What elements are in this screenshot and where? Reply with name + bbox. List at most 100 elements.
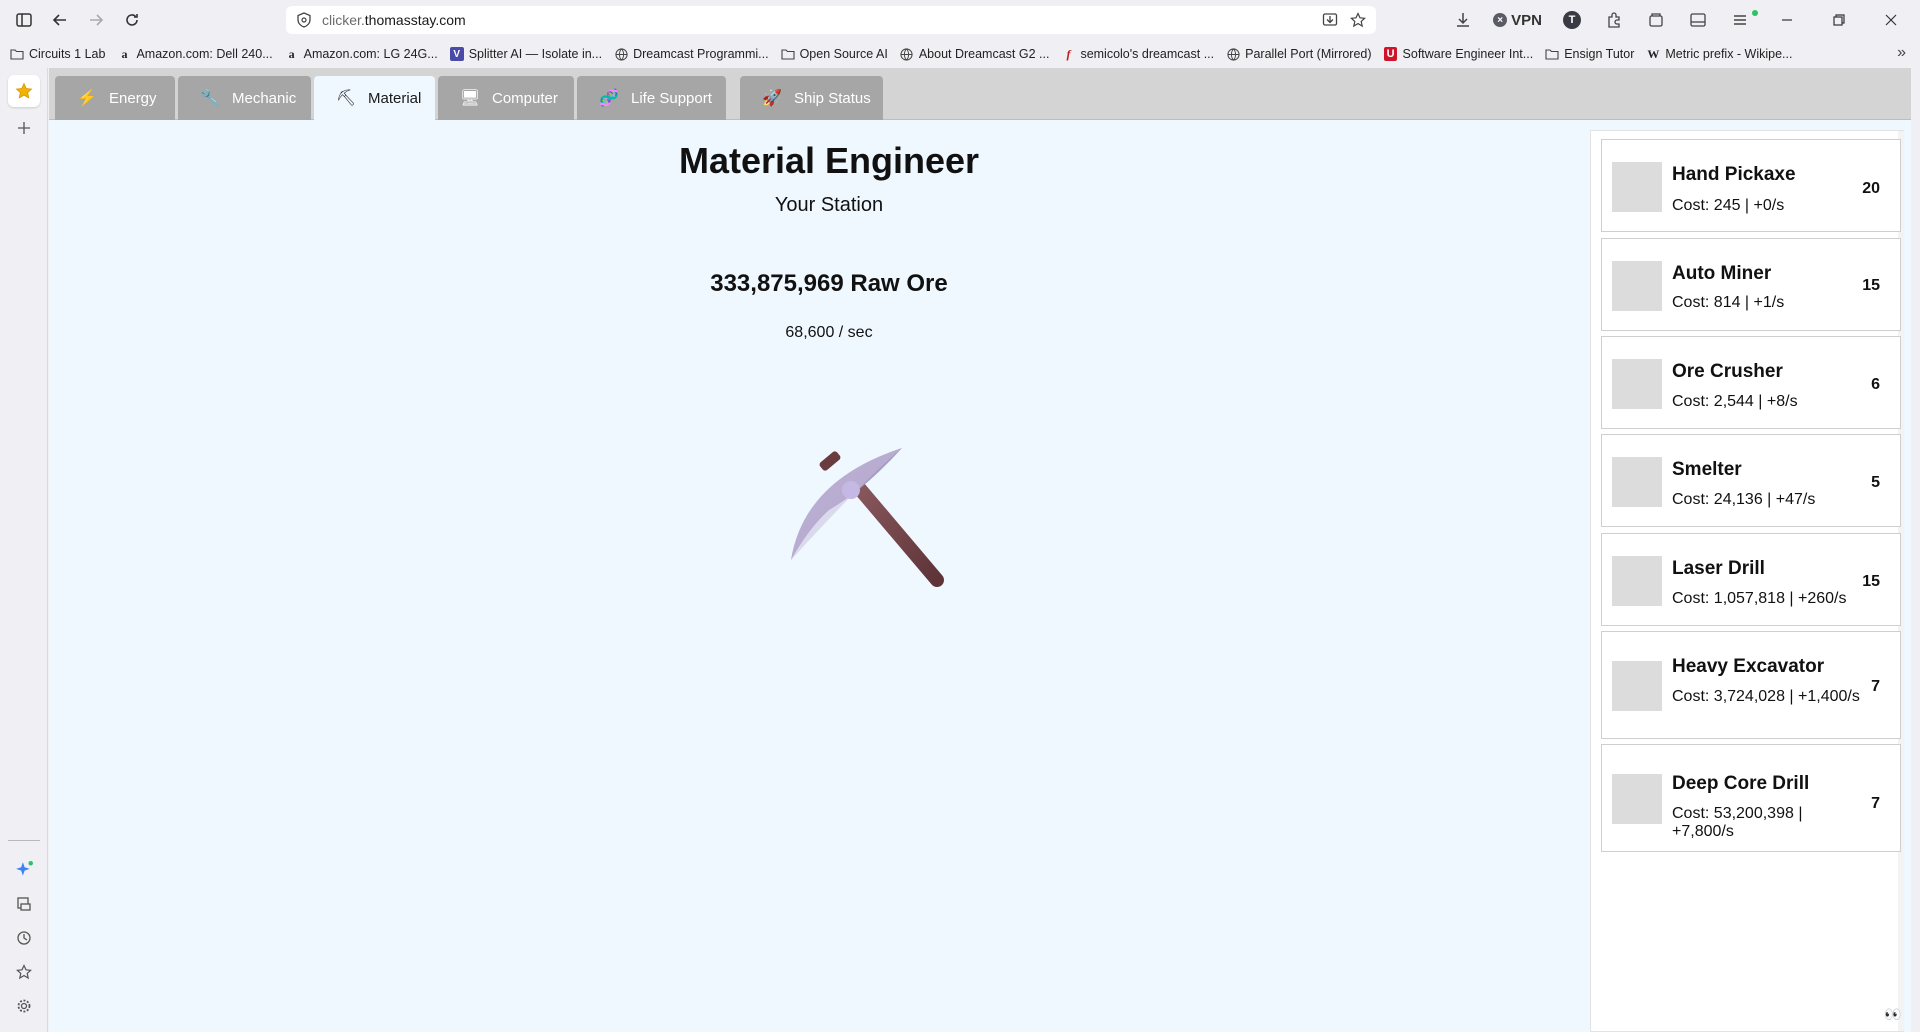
tab-label: Life Support — [631, 89, 712, 107]
tab-label: Material — [368, 89, 422, 107]
bookmark-item[interactable]: Dreamcast Programmi... — [614, 47, 769, 61]
bookmark-star-icon[interactable] — [1350, 12, 1366, 28]
browser-sidebar — [0, 68, 48, 1032]
shop-item[interactable]: Auto Miner Cost: 814 | +1/s 15 — [1601, 238, 1901, 331]
bookmark-item[interactable]: Ensign Tutor — [1545, 47, 1634, 61]
shop-item[interactable]: Laser Drill Cost: 1,057,818 | +260/s 15 — [1601, 533, 1901, 626]
bookmark-item[interactable]: f semicolo's dreamcast ... — [1061, 47, 1214, 62]
shop-item[interactable]: Heavy Excavator Cost: 3,724,028 | +1,400/… — [1601, 631, 1901, 739]
vpn-status-icon: × — [1493, 13, 1508, 27]
u-icon: U — [1384, 47, 1398, 61]
shop-item[interactable]: Ore Crusher Cost: 2,544 | +8/s 6 — [1601, 336, 1901, 429]
history-icon[interactable] — [8, 922, 40, 954]
browser-toolbar: clicker.thomasstay.com × VPN T — [0, 0, 1920, 40]
bookmark-item[interactable]: a Amazon.com: Dell 240... — [117, 46, 272, 62]
sidebar-bookmarks-icon[interactable] — [8, 75, 40, 107]
downloads-icon[interactable] — [1445, 2, 1481, 38]
splitter-icon: V — [449, 47, 464, 61]
item-thumbnail — [1612, 457, 1662, 507]
minimize-icon[interactable] — [1764, 2, 1810, 38]
bookmark-item[interactable]: Parallel Port (Mirrored) — [1226, 47, 1372, 61]
station-tabs: ⚡ Energy 🔧 Mechanic ⛏ Material 🖥 Compute… — [49, 68, 1911, 120]
item-cost: Cost: 24,136 | +47/s — [1672, 491, 1816, 508]
tab-containers-icon[interactable] — [1638, 2, 1674, 38]
item-name: Smelter — [1672, 459, 1742, 480]
sidebar-synced-tabs-icon[interactable] — [8, 888, 40, 920]
reader-view-icon[interactable] — [1680, 2, 1716, 38]
reload-icon[interactable] — [114, 2, 150, 38]
back-icon[interactable] — [42, 2, 78, 38]
item-name: Ore Crusher — [1672, 361, 1783, 382]
tab-computer[interactable]: 🖥 Computer — [438, 76, 574, 120]
globe-icon — [900, 47, 914, 61]
sidebar-toggle-icon[interactable] — [6, 2, 42, 38]
vpn-label: VPN — [1511, 11, 1542, 29]
item-name: Laser Drill — [1672, 558, 1765, 579]
pickaxe-clicker-icon[interactable] — [769, 410, 969, 610]
item-cost: Cost: 53,200,398 | +7,800/s — [1672, 805, 1803, 840]
install-app-icon[interactable] — [1322, 12, 1338, 28]
folder-icon — [1545, 47, 1559, 61]
item-name: Auto Miner — [1672, 263, 1772, 284]
pick-icon: ⛏ — [335, 90, 357, 107]
tab-life-support[interactable]: 🧬 Life Support — [577, 76, 726, 120]
site-info-icon[interactable] — [296, 12, 312, 28]
bookmark-item[interactable]: About Dreamcast G2 ... — [900, 47, 1050, 61]
close-icon[interactable] — [1868, 2, 1914, 38]
bookmark-item[interactable]: Open Source AI — [781, 47, 888, 61]
bookmark-label: Ensign Tutor — [1564, 47, 1635, 61]
bookmark-label: Splitter AI — Isolate in... — [468, 47, 603, 61]
settings-icon[interactable] — [8, 990, 40, 1022]
monitor-icon: 🖥 — [459, 90, 481, 107]
ore-rate: 68,600 / sec — [785, 324, 873, 341]
wikipedia-icon: W — [1647, 46, 1660, 61]
amazon-icon: a — [121, 46, 128, 61]
bookmark-item[interactable]: Circuits 1 Lab — [10, 47, 105, 61]
forward-icon[interactable] — [78, 2, 114, 38]
rocket-icon: 🚀 — [762, 90, 782, 107]
item-cost: Cost: 245 | +0/s — [1672, 197, 1785, 214]
account-icon[interactable]: T — [1554, 2, 1590, 38]
tab-energy[interactable]: ⚡ Energy — [55, 76, 175, 120]
bookmark-item[interactable]: W Metric prefix - Wikipe... — [1646, 46, 1792, 62]
wrench-icon: 🔧 — [200, 90, 220, 107]
lightning-icon: ⚡ — [77, 90, 97, 107]
item-name: Heavy Excavator — [1672, 656, 1825, 677]
menu-icon[interactable] — [1722, 2, 1758, 38]
item-thumbnail — [1612, 359, 1662, 409]
bookmarks-bar: Circuits 1 Lab a Amazon.com: Dell 240... a A… — [0, 40, 1920, 68]
vpn-button[interactable]: × VPN — [1487, 12, 1548, 29]
bookmarks-overflow-icon[interactable]: » — [1897, 44, 1906, 62]
tab-material[interactable]: ⛏ Material — [314, 76, 435, 120]
item-thumbnail — [1612, 162, 1662, 212]
bookmark-item[interactable]: a Amazon.com: LG 24G... — [285, 46, 438, 62]
shop-item[interactable]: Deep Core Drill Cost: 53,200,398 | +7,800… — [1601, 744, 1901, 852]
tab-label: Ship Status — [794, 89, 871, 107]
item-name: Deep Core Drill — [1672, 773, 1810, 794]
sidebar-add-icon[interactable] — [8, 112, 40, 144]
bookmark-item[interactable]: V Splitter AI — Isolate in... — [449, 47, 603, 61]
globe-icon — [614, 47, 628, 61]
item-count: 7 — [1871, 795, 1880, 812]
station-subtitle: Your Station — [774, 194, 884, 216]
address-bar[interactable]: clicker.thomasstay.com — [286, 6, 1376, 34]
ai-chat-icon[interactable] — [8, 854, 40, 886]
item-count: 6 — [1871, 376, 1880, 393]
shop-item[interactable]: Smelter Cost: 24,136 | +47/s 5 — [1601, 434, 1901, 527]
restore-icon[interactable] — [1816, 2, 1862, 38]
tab-mechanic[interactable]: 🔧 Mechanic — [178, 76, 311, 120]
sidebar-star-icon[interactable] — [8, 956, 40, 988]
bookmark-label: About Dreamcast G2 ... — [918, 47, 1050, 61]
shop-item[interactable]: Hand Pickaxe Cost: 245 | +0/s 20 — [1601, 139, 1901, 232]
extensions-icon[interactable] — [1596, 2, 1632, 38]
dna-icon: 🧬 — [599, 90, 619, 107]
bookmark-label: Open Source AI — [799, 47, 888, 61]
corner-mascot-icon[interactable]: 👀 — [1884, 1006, 1901, 1023]
tab-label: Computer — [492, 89, 558, 107]
ore-counter: 333,875,969 Raw Ore — [710, 270, 948, 297]
folder-icon — [10, 47, 24, 61]
bookmark-item[interactable]: U Software Engineer Int... — [1384, 47, 1533, 61]
tab-ship-status[interactable]: 🚀 Ship Status — [740, 76, 883, 120]
url-text[interactable]: clicker.thomasstay.com — [322, 12, 466, 28]
amazon-icon: a — [288, 46, 295, 61]
